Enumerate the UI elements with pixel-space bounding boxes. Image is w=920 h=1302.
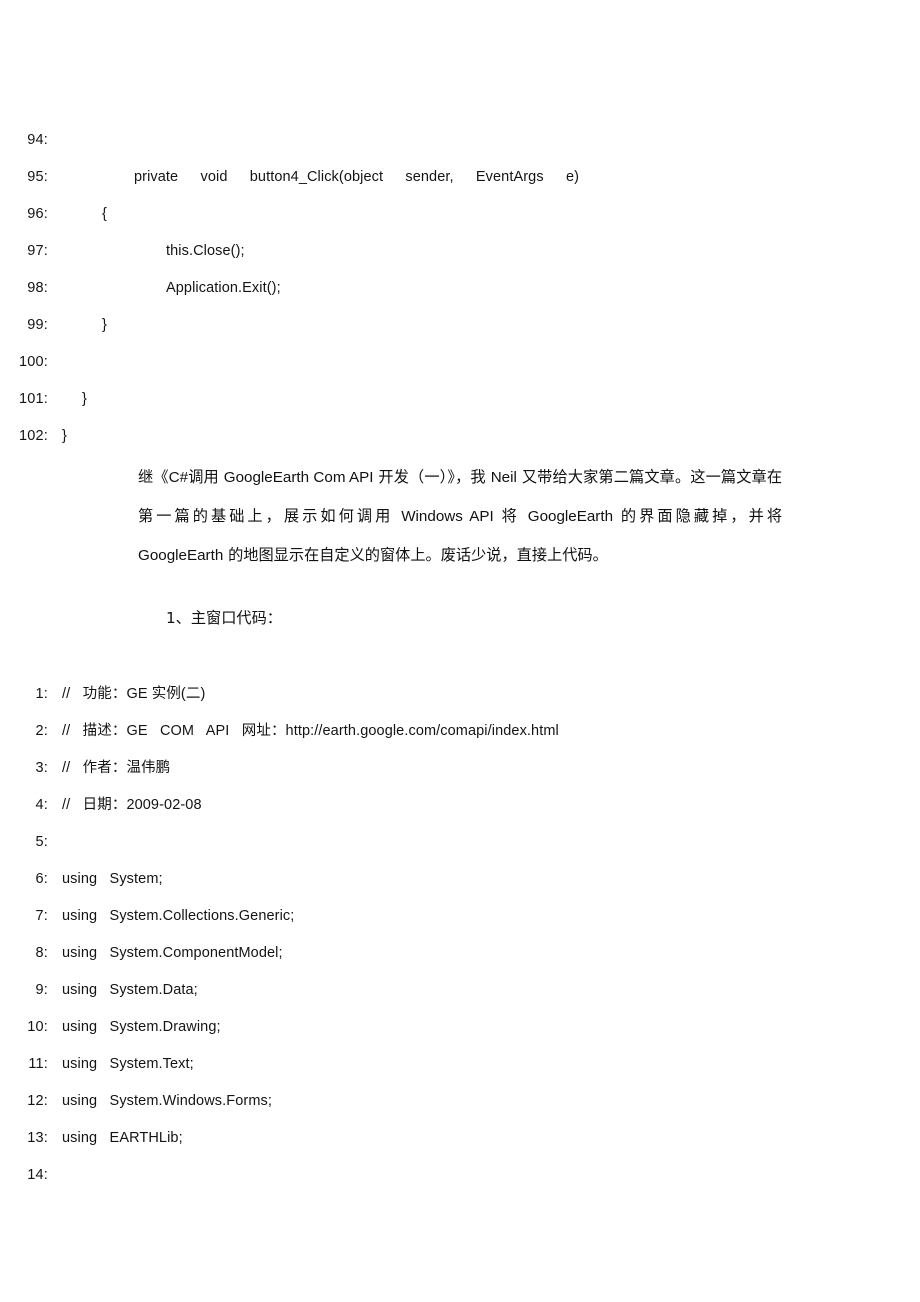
- code-line: 11: using System.Text;: [0, 1046, 920, 1083]
- paragraph-cjk-run: 开发（一）》，我: [373, 468, 491, 486]
- code-line: 3: // 作者：温伟鹏: [0, 750, 920, 787]
- code-line-number: 99:: [27, 317, 48, 333]
- paragraph-latin-run: GoogleEarth: [527, 508, 614, 525]
- code-line-number: 5:: [35, 834, 48, 850]
- code-line: 96: {: [0, 196, 920, 233]
- code-line: 99:}: [0, 307, 920, 344]
- code-listing-upper: 94: 95: private void button4_Click(object …: [0, 122, 920, 455]
- code-line: 100:: [0, 344, 920, 381]
- paragraph-latin-run: C#: [168, 469, 189, 486]
- code-line-number: 3:: [35, 760, 48, 776]
- paragraph-cjk-run: 将: [493, 507, 528, 525]
- code-line-number: 10:: [27, 1019, 48, 1035]
- document-page: 94: 95: private void button4_Click(object …: [0, 0, 920, 1302]
- code-line: 7: using System.Collections.Generic;: [0, 898, 920, 935]
- code-line: 94:: [0, 122, 920, 159]
- code-line-text: Application.Exit();: [166, 280, 281, 296]
- code-line: 1: // 功能：GE 实例(二): [0, 676, 920, 713]
- code-line-number: 14:: [27, 1167, 48, 1183]
- code-line-number: 9:: [35, 982, 48, 998]
- code-line-text: // 功能：GE 实例(二): [62, 686, 206, 702]
- code-line-number: 97:: [27, 243, 48, 259]
- code-line: 13: using EARTHLib;: [0, 1120, 920, 1157]
- paragraph-latin-run: GoogleEarth: [138, 547, 224, 564]
- code-line-number: 101:: [18, 391, 48, 407]
- code-line-text: }: [102, 317, 107, 333]
- code-line-text: using System.Drawing;: [62, 1019, 221, 1035]
- code-line-text: using EARTHLib;: [62, 1130, 183, 1146]
- code-line: 101:}: [0, 381, 920, 418]
- code-line-text: private void button4_Click(object sender…: [134, 169, 580, 185]
- code-line: 4: // 日期：2009-02-08: [0, 787, 920, 824]
- code-line: 6: using System;: [0, 861, 920, 898]
- paragraph-cjk-run: 继《: [138, 468, 169, 486]
- code-line-number: 100:: [18, 354, 48, 370]
- code-listing-main-window: 1: // 功能：GE 实例(二) 2: // 描述：GE COM API 网址：ht…: [0, 676, 920, 1194]
- code-line: 5:: [0, 824, 920, 861]
- paragraph-latin-run: Windows API: [401, 508, 494, 525]
- section-heading-main-window-code: 1、主窗口代码：: [166, 609, 282, 627]
- code-line-number: 95:: [27, 169, 48, 185]
- code-line-number: 4:: [35, 797, 48, 813]
- code-line-text: this.Close();: [166, 243, 245, 259]
- intro-paragraph: 继《C#调用 GoogleEarth Com API 开发（一）》，我 Neil…: [138, 458, 782, 575]
- code-line-text: }: [62, 428, 67, 444]
- code-line-number: 96:: [27, 206, 48, 222]
- code-line-text: // 日期：2009-02-08: [62, 797, 202, 813]
- code-line-text: using System.Windows.Forms;: [62, 1093, 272, 1109]
- paragraph-latin-run: Neil: [490, 469, 517, 486]
- code-line-number: 8:: [35, 945, 48, 961]
- code-line-number: 98:: [27, 280, 48, 296]
- code-line-number: 2:: [35, 723, 48, 739]
- code-line: 12: using System.Windows.Forms;: [0, 1083, 920, 1120]
- paragraph-cjk-run: 的界面隐藏掉，并将: [613, 507, 783, 525]
- code-line-text: // 作者：温伟鹏: [62, 760, 171, 776]
- code-line-text: }: [82, 391, 87, 407]
- code-line: 8: using System.ComponentModel;: [0, 935, 920, 972]
- code-line-number: 1:: [35, 686, 48, 702]
- code-line: 95: private void button4_Click(object sen…: [0, 159, 920, 196]
- code-line-number: 11:: [28, 1056, 48, 1072]
- code-line: 102:}: [0, 418, 920, 455]
- code-line-number: 94:: [27, 132, 48, 148]
- code-line: 2: // 描述：GE COM API 网址：http://earth.googl…: [0, 713, 920, 750]
- code-line-text: using System;: [62, 871, 163, 887]
- code-line-number: 13:: [27, 1130, 48, 1146]
- code-line: 9: using System.Data;: [0, 972, 920, 1009]
- code-line: 98: Application.Exit();: [0, 270, 920, 307]
- code-line-number: 12:: [27, 1093, 48, 1109]
- code-line: 10: using System.Drawing;: [0, 1009, 920, 1046]
- code-line-text: // 描述：GE COM API 网址：http://earth.google.…: [62, 723, 559, 739]
- code-line: 14:: [0, 1157, 920, 1194]
- paragraph-cjk-run: 调用: [188, 468, 224, 486]
- code-line-number: 6:: [35, 871, 48, 887]
- code-line-text: using System.Collections.Generic;: [62, 908, 295, 924]
- code-line-number: 7:: [35, 908, 48, 924]
- code-line-text: using System.ComponentModel;: [62, 945, 283, 961]
- code-line: 97: this.Close();: [0, 233, 920, 270]
- code-line-text: using System.Text;: [62, 1056, 194, 1072]
- code-line-number: 102:: [18, 428, 48, 444]
- paragraph-latin-run: GoogleEarth Com API: [223, 469, 374, 486]
- code-line-text: using System.Data;: [62, 982, 198, 998]
- paragraph-cjk-run: 的地图显示在自定义的窗体上。废话少说，直接上代码。: [223, 546, 608, 564]
- code-line-text: {: [102, 206, 107, 222]
